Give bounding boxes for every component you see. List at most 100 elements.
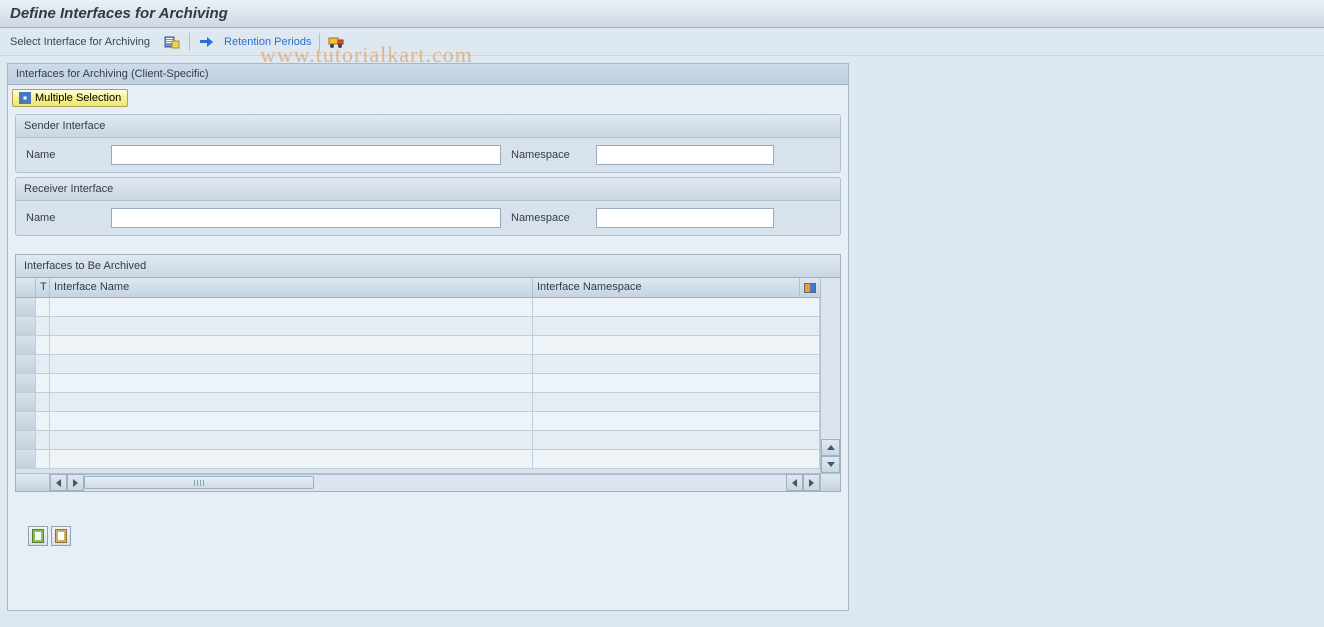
- scroll-up-button[interactable]: [821, 439, 840, 456]
- insert-row-button[interactable]: [28, 526, 48, 546]
- cell-interface-namespace[interactable]: [533, 355, 820, 373]
- transport-icon[interactable]: [328, 33, 346, 51]
- cell-interface-name[interactable]: [50, 355, 533, 373]
- table-title: Interfaces to Be Archived: [16, 255, 840, 278]
- cell-type[interactable]: [36, 450, 50, 468]
- hscroll-track[interactable]: [84, 474, 786, 491]
- cell-type[interactable]: [36, 412, 50, 430]
- scroll-down-button[interactable]: [821, 456, 840, 473]
- table-row[interactable]: [16, 355, 820, 374]
- triangle-left-icon: [56, 479, 61, 487]
- main-panel: Interfaces for Archiving (Client-Specifi…: [7, 63, 849, 611]
- row-selector[interactable]: [16, 412, 36, 430]
- hscroll-lead: [16, 474, 50, 491]
- table-row[interactable]: [16, 412, 820, 431]
- receiver-namespace-label: Namespace: [511, 212, 586, 224]
- row-selector[interactable]: [16, 450, 36, 468]
- page-title: Define Interfaces for Archiving: [10, 5, 228, 22]
- cell-type[interactable]: [36, 374, 50, 392]
- cell-interface-namespace[interactable]: [533, 374, 820, 392]
- row-selector[interactable]: [16, 355, 36, 373]
- bottom-toolbar: [8, 496, 848, 576]
- table-row[interactable]: [16, 317, 820, 336]
- cell-interface-namespace[interactable]: [533, 298, 820, 316]
- cell-type[interactable]: [36, 317, 50, 335]
- receiver-name-label: Name: [26, 212, 101, 224]
- cell-interface-namespace[interactable]: [533, 431, 820, 449]
- cell-interface-namespace[interactable]: [533, 393, 820, 411]
- row-selector[interactable]: [16, 298, 36, 316]
- cell-interface-name[interactable]: [50, 317, 533, 335]
- receiver-name-input[interactable]: [111, 208, 501, 228]
- document-remove-icon: [55, 529, 67, 543]
- select-interface-icon[interactable]: [163, 33, 181, 51]
- triangle-up-icon: [827, 445, 835, 450]
- sender-namespace-label: Namespace: [511, 149, 586, 161]
- col-interface-name[interactable]: Interface Name: [50, 278, 533, 297]
- table-row[interactable]: [16, 374, 820, 393]
- toggle-bar: Multiple Selection: [8, 85, 848, 110]
- arrow-right-icon: [198, 33, 216, 51]
- grid-icon: [19, 92, 31, 104]
- receiver-namespace-input[interactable]: [596, 208, 774, 228]
- cell-interface-namespace[interactable]: [533, 336, 820, 354]
- row-selector[interactable]: [16, 336, 36, 354]
- cell-interface-name[interactable]: [50, 450, 533, 468]
- table-row[interactable]: [16, 393, 820, 412]
- sender-namespace-input[interactable]: [596, 145, 774, 165]
- sender-name-input[interactable]: [111, 145, 501, 165]
- scroll-right-step-button[interactable]: [67, 474, 84, 491]
- table-body: [16, 298, 820, 473]
- cell-interface-name[interactable]: [50, 412, 533, 430]
- cell-interface-name[interactable]: [50, 431, 533, 449]
- retention-periods-link[interactable]: Retention Periods: [224, 36, 311, 48]
- cell-type[interactable]: [36, 355, 50, 373]
- cell-interface-name[interactable]: [50, 298, 533, 316]
- cell-type[interactable]: [36, 431, 50, 449]
- triangle-right-icon: [809, 479, 814, 487]
- row-selector[interactable]: [16, 317, 36, 335]
- toolbar: Select Interface for Archiving Retention…: [0, 28, 1324, 56]
- table-config-button[interactable]: [800, 278, 820, 297]
- toolbar-select-label: Select Interface for Archiving: [10, 36, 150, 48]
- triangle-left-icon: [792, 479, 797, 487]
- hscroll-thumb[interactable]: [84, 476, 314, 489]
- cell-type[interactable]: [36, 393, 50, 411]
- multiple-selection-label: Multiple Selection: [35, 92, 121, 104]
- cell-interface-name[interactable]: [50, 336, 533, 354]
- receiver-group-title: Receiver Interface: [16, 178, 840, 201]
- table-row[interactable]: [16, 450, 820, 469]
- toolbar-separator: [189, 33, 190, 51]
- cell-interface-namespace[interactable]: [533, 317, 820, 335]
- triangle-down-icon: [827, 462, 835, 467]
- table-row[interactable]: [16, 336, 820, 355]
- config-icon: [804, 283, 816, 293]
- panel-title: Interfaces for Archiving (Client-Specifi…: [8, 64, 848, 85]
- table-row[interactable]: [16, 298, 820, 317]
- horizontal-scrollbar-row: [16, 473, 840, 491]
- delete-row-button[interactable]: [51, 526, 71, 546]
- scroll-left-step-button[interactable]: [786, 474, 803, 491]
- cell-interface-name[interactable]: [50, 374, 533, 392]
- triangle-right-icon: [73, 479, 78, 487]
- cell-interface-namespace[interactable]: [533, 412, 820, 430]
- document-add-icon: [32, 529, 44, 543]
- cell-type[interactable]: [36, 336, 50, 354]
- hscroll-corner: [820, 474, 840, 491]
- row-selector[interactable]: [16, 431, 36, 449]
- cell-interface-namespace[interactable]: [533, 450, 820, 468]
- row-selector[interactable]: [16, 374, 36, 392]
- multiple-selection-button[interactable]: Multiple Selection: [12, 89, 128, 107]
- sender-name-label: Name: [26, 149, 101, 161]
- col-selector[interactable]: [16, 278, 36, 297]
- col-type[interactable]: T: [36, 278, 50, 297]
- scroll-right-end-button[interactable]: [803, 474, 820, 491]
- table-row[interactable]: [16, 431, 820, 450]
- cell-type[interactable]: [36, 298, 50, 316]
- col-interface-namespace[interactable]: Interface Namespace: [533, 278, 800, 297]
- row-selector[interactable]: [16, 393, 36, 411]
- toolbar-separator-2: [319, 33, 320, 51]
- scroll-left-start-button[interactable]: [50, 474, 67, 491]
- vertical-scrollbar[interactable]: [820, 278, 840, 473]
- cell-interface-name[interactable]: [50, 393, 533, 411]
